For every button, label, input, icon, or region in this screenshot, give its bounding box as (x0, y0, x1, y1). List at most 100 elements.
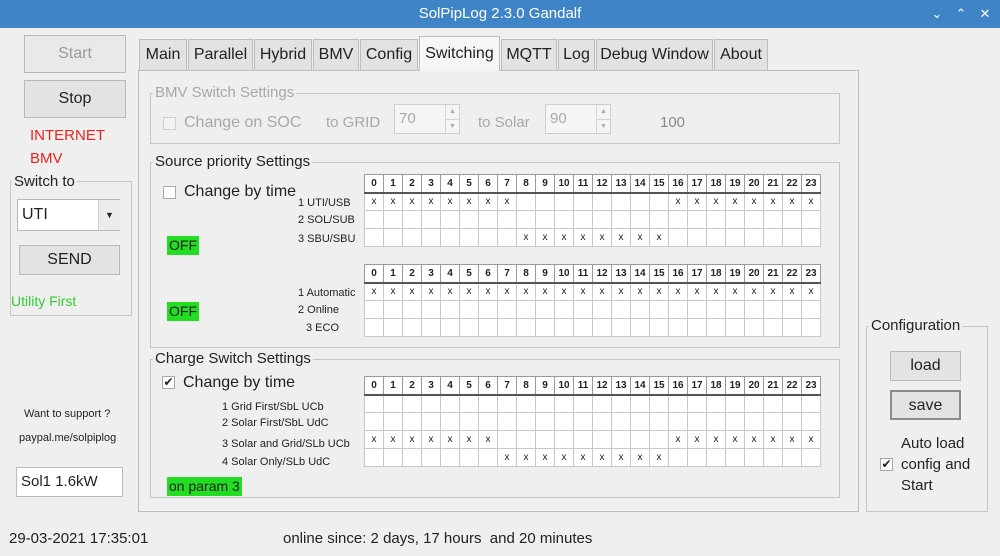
schedule-cell[interactable]: x (383, 192, 403, 211)
schedule-cell[interactable] (573, 318, 593, 337)
schedule-cell[interactable] (383, 300, 403, 319)
schedule-cell[interactable] (554, 210, 574, 229)
schedule-cell[interactable] (592, 394, 612, 413)
schedule-cell[interactable] (725, 228, 745, 247)
schedule-cell[interactable]: x (364, 430, 384, 449)
schedule-cell[interactable] (516, 300, 536, 319)
schedule-cell[interactable] (383, 448, 403, 467)
schedule-cell[interactable] (668, 412, 688, 431)
schedule-cell[interactable]: x (459, 430, 479, 449)
schedule-cell[interactable] (630, 300, 650, 319)
schedule-cell[interactable] (706, 318, 726, 337)
schedule-cell[interactable] (763, 412, 783, 431)
schedule-cell[interactable] (497, 412, 517, 431)
schedule-cell[interactable] (649, 430, 669, 449)
schedule-cell[interactable] (573, 412, 593, 431)
schedule-cell[interactable] (516, 412, 536, 431)
schedule-cell[interactable] (459, 210, 479, 229)
schedule-cell[interactable] (706, 448, 726, 467)
schedule-cell[interactable] (668, 300, 688, 319)
auto-load-checkbox[interactable]: ✔ (880, 458, 893, 471)
switch-to-dropdown[interactable]: UTI ▼ (17, 199, 120, 231)
schedule-cell[interactable]: x (725, 430, 745, 449)
schedule-cell[interactable] (554, 412, 574, 431)
schedule-cell[interactable]: x (611, 282, 631, 301)
schedule-cell[interactable] (801, 394, 821, 413)
schedule-cell[interactable] (535, 210, 555, 229)
schedule-cell[interactable]: x (592, 448, 612, 467)
schedule-cell[interactable] (573, 430, 593, 449)
schedule-cell[interactable] (440, 412, 460, 431)
schedule-cell[interactable] (801, 228, 821, 247)
schedule-cell[interactable] (725, 448, 745, 467)
schedule-cell[interactable] (763, 210, 783, 229)
schedule-cell[interactable]: x (573, 282, 593, 301)
schedule-cell[interactable]: x (782, 430, 802, 449)
schedule-cell[interactable] (535, 192, 555, 211)
schedule-cell[interactable] (535, 300, 555, 319)
schedule-cell[interactable] (801, 412, 821, 431)
schedule-cell[interactable] (440, 318, 460, 337)
schedule-cell[interactable]: x (554, 448, 574, 467)
schedule-cell[interactable]: x (535, 228, 555, 247)
schedule-cell[interactable]: x (706, 192, 726, 211)
schedule-cell[interactable] (497, 394, 517, 413)
schedule-cell[interactable] (440, 448, 460, 467)
schedule-cell[interactable] (478, 318, 498, 337)
schedule-cell[interactable]: x (744, 282, 764, 301)
schedule-cell[interactable] (763, 228, 783, 247)
source-priority-grid-1[interactable]: 0 1 2 3 4 5 6 7 8 9 10 11 12 13 14 15 16 17 18 19 20 21 22 23 x x… (364, 174, 821, 247)
schedule-cell[interactable] (592, 210, 612, 229)
schedule-cell[interactable]: x (383, 430, 403, 449)
schedule-cell[interactable] (459, 394, 479, 413)
schedule-cell[interactable] (782, 210, 802, 229)
schedule-cell[interactable] (706, 300, 726, 319)
maximize-icon[interactable]: ⌃ (950, 0, 972, 28)
schedule-cell[interactable] (782, 300, 802, 319)
schedule-cell[interactable]: x (421, 430, 441, 449)
schedule-cell[interactable] (497, 430, 517, 449)
charge-change-by-time-checkbox[interactable]: ✔ (162, 376, 175, 389)
schedule-cell[interactable] (630, 412, 650, 431)
schedule-cell[interactable] (364, 210, 384, 229)
schedule-cell[interactable] (687, 448, 707, 467)
schedule-cell[interactable] (744, 300, 764, 319)
schedule-cell[interactable] (801, 300, 821, 319)
to-grid-spinbox[interactable]: 70 ▲ ▼ (394, 104, 460, 134)
schedule-cell[interactable] (573, 192, 593, 211)
schedule-cell[interactable] (573, 394, 593, 413)
spin-up-icon[interactable]: ▲ (445, 105, 459, 119)
schedule-cell[interactable] (364, 228, 384, 247)
schedule-cell[interactable] (440, 210, 460, 229)
schedule-cell[interactable]: x (535, 448, 555, 467)
schedule-cell[interactable] (364, 412, 384, 431)
schedule-cell[interactable] (440, 300, 460, 319)
schedule-cell[interactable] (687, 394, 707, 413)
schedule-cell[interactable]: x (611, 228, 631, 247)
schedule-cell[interactable]: x (516, 282, 536, 301)
schedule-cell[interactable]: x (763, 282, 783, 301)
schedule-cell[interactable] (573, 300, 593, 319)
source-priority-grid-2[interactable]: 0 1 2 3 4 5 6 7 8 9 10 11 12 13 14 15 16 17 18 19 20 21 22 23 x x… (364, 264, 821, 337)
schedule-cell[interactable] (744, 412, 764, 431)
schedule-cell[interactable]: x (782, 282, 802, 301)
schedule-cell[interactable] (402, 394, 422, 413)
source-change-by-time-checkbox[interactable] (163, 186, 176, 199)
schedule-cell[interactable] (744, 210, 764, 229)
to-solar-spinbox[interactable]: 90 ▲ ▼ (545, 104, 611, 134)
schedule-cell[interactable] (649, 192, 669, 211)
schedule-cell[interactable] (725, 318, 745, 337)
schedule-cell[interactable]: x (763, 192, 783, 211)
schedule-cell[interactable] (611, 394, 631, 413)
schedule-cell[interactable] (725, 412, 745, 431)
schedule-cell[interactable] (725, 300, 745, 319)
schedule-cell[interactable] (744, 448, 764, 467)
schedule-cell[interactable] (782, 318, 802, 337)
schedule-cell[interactable] (478, 210, 498, 229)
schedule-cell[interactable] (706, 228, 726, 247)
schedule-cell[interactable] (421, 412, 441, 431)
schedule-cell[interactable]: x (440, 192, 460, 211)
schedule-cell[interactable] (668, 448, 688, 467)
tab-log[interactable]: Log (558, 39, 595, 70)
schedule-cell[interactable]: x (364, 192, 384, 211)
